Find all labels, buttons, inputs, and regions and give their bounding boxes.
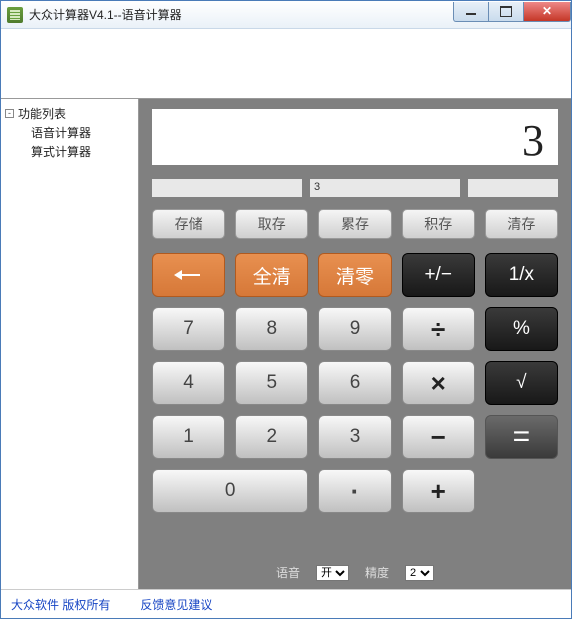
decimal-button[interactable]: ·	[318, 469, 391, 513]
mem-mult-button[interactable]: 积存	[402, 209, 475, 239]
voice-select[interactable]: 开	[316, 565, 349, 581]
voice-label: 语音	[276, 564, 300, 581]
all-clear-button[interactable]: 全清	[235, 253, 308, 297]
app-window: 大众计算器V4.1--语音计算器 - 功能列表 语音计算器 算式计算器 3 3	[0, 0, 572, 619]
titlebar[interactable]: 大众计算器V4.1--语音计算器	[1, 1, 571, 29]
app-icon	[7, 7, 23, 23]
minimize-button[interactable]	[453, 2, 489, 22]
mem-store-button[interactable]: 存储	[152, 209, 225, 239]
plus-minus-button[interactable]: +/−	[402, 253, 475, 297]
precision-label: 精度	[365, 564, 389, 581]
digit-4-button[interactable]: 4	[152, 361, 225, 405]
reciprocal-button[interactable]: 1/x	[485, 253, 558, 297]
window-buttons	[454, 2, 571, 22]
feedback-link[interactable]: 反馈意见建议	[140, 596, 212, 611]
backspace-button[interactable]	[152, 253, 225, 297]
digit-0-button[interactable]: 0	[152, 469, 308, 513]
sub-display-1	[152, 179, 302, 197]
sub-display-2: 3	[310, 179, 460, 197]
window-title: 大众计算器V4.1--语音计算器	[29, 6, 182, 23]
calculator-panel: 3 3 存储 取存 累存 积存 清存 全清 清零 +/− 1/x 7 8	[139, 99, 571, 589]
maximize-button[interactable]	[488, 2, 524, 22]
divide-button[interactable]: ÷	[402, 307, 475, 351]
footer: 大众软件 版权所有 反馈意见建议	[1, 589, 571, 617]
sidebar: - 功能列表 语音计算器 算式计算器	[1, 99, 139, 589]
digit-1-button[interactable]: 1	[152, 415, 225, 459]
precision-select[interactable]: 2	[405, 565, 434, 581]
main-display: 3	[152, 109, 558, 165]
close-button[interactable]	[523, 2, 571, 22]
tree-item-voice-calc[interactable]: 语音计算器	[5, 124, 134, 141]
digit-5-button[interactable]: 5	[235, 361, 308, 405]
minus-button[interactable]: −	[402, 415, 475, 459]
toolbar-area	[1, 29, 571, 99]
tree-root[interactable]: - 功能列表	[5, 105, 134, 122]
digit-2-button[interactable]: 2	[235, 415, 308, 459]
copyright-text: 大众软件 版权所有	[11, 596, 110, 611]
sub-display-3	[468, 179, 558, 197]
mem-clear-button[interactable]: 清存	[485, 209, 558, 239]
tree-root-label: 功能列表	[18, 105, 66, 122]
digit-3-button[interactable]: 3	[318, 415, 391, 459]
mem-recall-button[interactable]: 取存	[235, 209, 308, 239]
clear-entry-button[interactable]: 清零	[318, 253, 391, 297]
sqrt-button[interactable]: √	[485, 361, 558, 405]
digit-7-button[interactable]: 7	[152, 307, 225, 351]
digit-8-button[interactable]: 8	[235, 307, 308, 351]
tree-item-formula-calc[interactable]: 算式计算器	[5, 143, 134, 160]
digit-6-button[interactable]: 6	[318, 361, 391, 405]
equals-button[interactable]: =	[485, 415, 558, 459]
mem-accum-button[interactable]: 累存	[318, 209, 391, 239]
collapse-icon[interactable]: -	[5, 109, 14, 118]
multiply-button[interactable]: ×	[402, 361, 475, 405]
percent-button[interactable]: %	[485, 307, 558, 351]
digit-9-button[interactable]: 9	[318, 307, 391, 351]
plus-button[interactable]: +	[402, 469, 475, 513]
